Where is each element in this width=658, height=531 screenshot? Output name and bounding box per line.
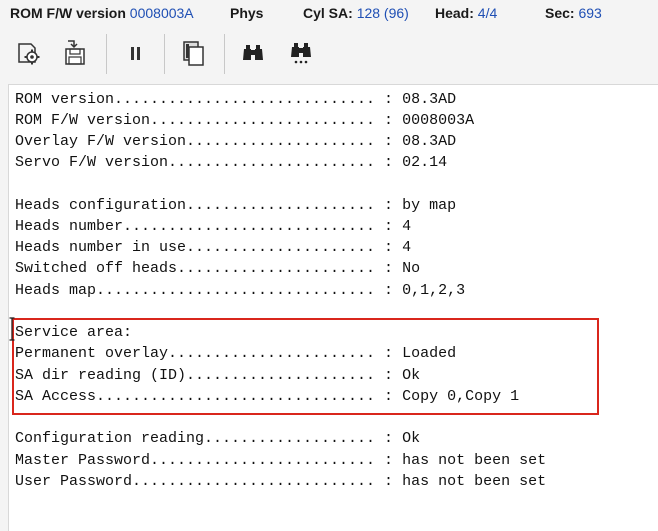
gear-chip-icon [18, 43, 40, 65]
toolbar-separator [106, 34, 107, 74]
cyl-sa-status: Cyl SA: 128 (96) [303, 5, 409, 21]
find-button[interactable] [236, 36, 270, 70]
console-line: Switched off heads......................… [15, 260, 421, 277]
toolbar-separator [164, 34, 165, 74]
head-value: 4/4 [477, 5, 498, 21]
console-line: Heads configuration.....................… [15, 197, 457, 214]
console-line: Configuration reading...................… [15, 430, 421, 447]
console-line: User Password...........................… [15, 473, 547, 490]
save-disk-icon [65, 40, 85, 65]
sec-label: Sec: [545, 5, 575, 21]
rom-fw-label: ROM F/W version [10, 5, 126, 21]
app-window: ROM F/W version 0008003A Phys Cyl SA: 12… [0, 0, 658, 531]
mode-status: Phys [230, 5, 264, 21]
binoculars-icon [243, 45, 263, 60]
service-area-highlight [12, 318, 599, 415]
cyl-sa-label: Cyl SA: [303, 5, 353, 21]
sec-value: 693 [578, 5, 602, 21]
toolbar-separator [224, 34, 225, 74]
console-line: Overlay F/W version.....................… [15, 133, 457, 150]
console-line: Heads number............................… [15, 218, 412, 235]
binoculars-dots-icon [291, 43, 311, 64]
console-line: Heads number in use.....................… [15, 239, 412, 256]
text-cursor-icon [9, 317, 15, 341]
rom-fw-value: 0008003A [129, 5, 194, 21]
find-next-button[interactable] [284, 36, 318, 70]
console-line: Master Password.........................… [15, 452, 547, 469]
pause-button[interactable] [118, 36, 152, 70]
console-line: ROM F/W version.........................… [15, 112, 475, 129]
status-bar: ROM F/W version 0008003A Phys Cyl SA: 12… [0, 0, 658, 28]
gear-chip-button[interactable] [12, 36, 46, 70]
console-line: Heads map...............................… [15, 282, 466, 299]
head-status: Head: 4/4 [435, 5, 497, 21]
rom-fw-status: ROM F/W version 0008003A [10, 5, 194, 21]
toolbar [0, 28, 658, 82]
console-line: ROM version.............................… [15, 91, 457, 108]
cyl-sa-value: 128 (96) [356, 5, 409, 21]
head-label: Head: [435, 5, 474, 21]
console-line: Servo F/W version.......................… [15, 154, 448, 171]
copy-pages-icon [183, 41, 204, 66]
save-button[interactable] [58, 36, 92, 70]
pause-icon [131, 47, 140, 60]
console-output[interactable]: ROM version.............................… [8, 84, 658, 531]
sec-status: Sec: 693 [545, 5, 602, 21]
copy-button[interactable] [176, 36, 210, 70]
